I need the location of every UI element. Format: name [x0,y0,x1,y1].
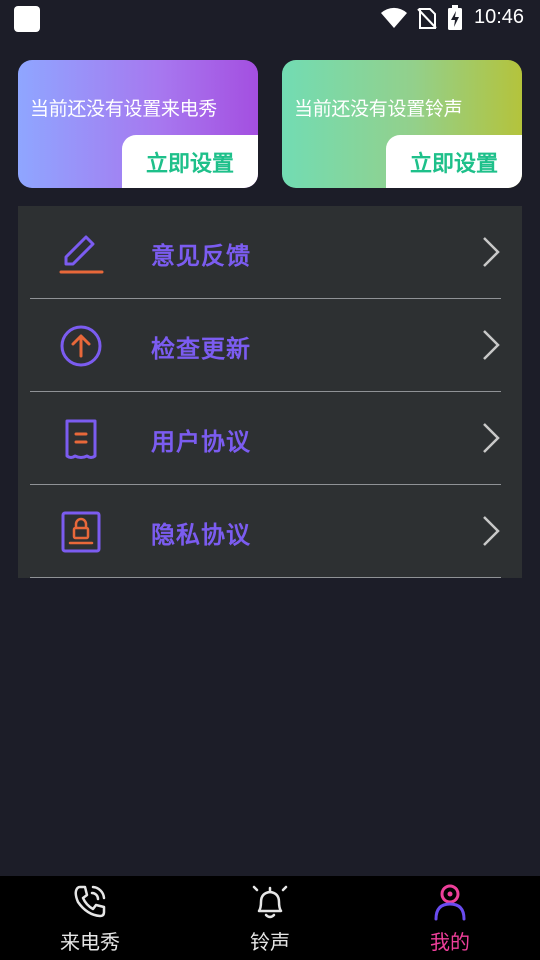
tab-mine[interactable]: 我的 [360,876,540,960]
menu-label-user-agreement: 用户协议 [151,428,251,456]
upload-icon [60,325,102,367]
call-show-card[interactable]: 当前还没有设置来电秀 立即设置 [18,60,258,188]
menu-item-privacy-policy[interactable]: 隐私协议 [18,485,522,578]
phone-icon [74,885,106,918]
set-ringtone-button[interactable]: 立即设置 [386,135,522,188]
tab-label-mine: 我的 [430,930,470,954]
battery-charging-icon [448,5,462,30]
status-bar: 10:46 [0,0,540,36]
menu-label-feedback: 意见反馈 [151,242,251,270]
user-icon [434,884,466,921]
menu-item-user-agreement[interactable]: 用户协议 [18,392,522,485]
set-call-show-button[interactable]: 立即设置 [122,135,258,188]
no-sim-icon [417,8,437,29]
menu-label-privacy-policy: 隐私协议 [151,521,251,549]
settings-menu: 意见反馈 检查更新 用户协议 隐私协议 [18,206,522,578]
chevron-right-icon [483,516,500,546]
app-notification-icon [14,6,40,32]
lock-document-icon [61,511,101,553]
menu-item-check-update[interactable]: 检查更新 [18,299,522,392]
wifi-icon [381,7,407,29]
menu-item-feedback[interactable]: 意见反馈 [18,206,522,299]
tab-call-show[interactable]: 来电秀 [0,876,180,960]
status-time: 10:46 [474,6,525,28]
divider [30,577,501,578]
chevron-right-icon [483,330,500,360]
bell-icon [252,885,288,919]
document-icon [65,419,97,459]
ringtone-card-text: 当前还没有设置铃声 [294,98,463,120]
edit-icon [59,235,104,274]
tab-ringtone[interactable]: 铃声 [180,876,360,960]
ringtone-card[interactable]: 当前还没有设置铃声 立即设置 [282,60,522,188]
menu-label-check-update: 检查更新 [151,335,251,363]
tab-label-ringtone: 铃声 [250,930,290,954]
chevron-right-icon [483,423,500,453]
call-show-card-text: 当前还没有设置来电秀 [30,98,218,120]
chevron-right-icon [483,237,500,267]
bottom-nav: 来电秀 铃声 我的 [0,876,540,960]
tab-label-call-show: 来电秀 [60,930,120,954]
